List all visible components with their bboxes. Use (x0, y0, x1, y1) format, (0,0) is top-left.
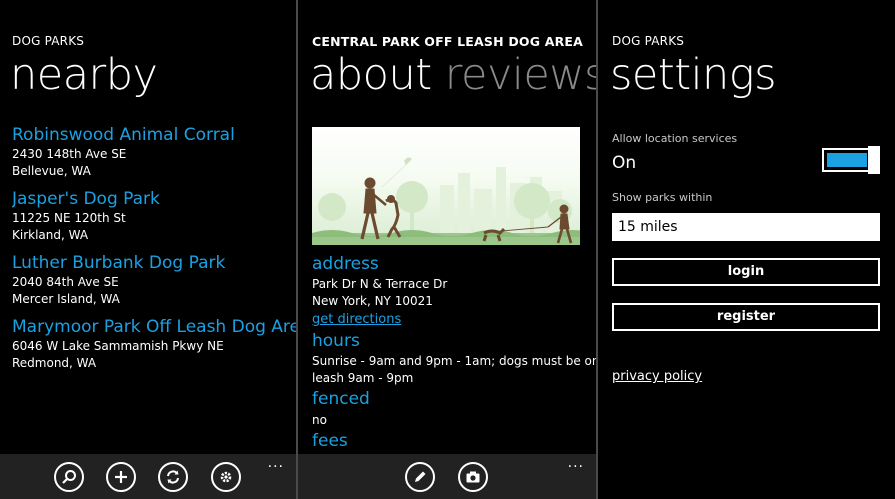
privacy-policy-link[interactable]: privacy policy (612, 369, 702, 384)
login-button[interactable]: login (612, 258, 880, 286)
park-list-item[interactable]: Marymoor Park Off Leash Dog Are 6046 W L… (12, 317, 296, 372)
page-title: settings (610, 50, 776, 100)
park-illustration (312, 127, 580, 245)
park-detail-panel: CENTRAL PARK OFF LEASH DOG AREA about re… (298, 0, 596, 499)
park-city: Redmond, WA (12, 356, 97, 370)
park-city: Kirkland, WA (12, 228, 89, 242)
more-menu[interactable]: ... (268, 456, 284, 470)
search-icon (62, 470, 76, 484)
park-name[interactable]: Jasper's Dog Park (12, 189, 296, 210)
hours-heading: hours (312, 331, 360, 351)
refresh-icon (167, 470, 179, 484)
park-name[interactable]: Luther Burbank Dog Park (12, 253, 296, 274)
get-directions-link[interactable]: get directions (312, 311, 401, 328)
refresh-button[interactable] (158, 462, 188, 492)
parks-within-input[interactable]: 15 miles (612, 213, 880, 241)
location-services-label: Allow location services (612, 132, 738, 145)
park-list-item[interactable]: Jasper's Dog Park 11225 NE 120th St Kirk… (12, 189, 296, 244)
address-heading: address (312, 254, 379, 274)
park-street: 11225 NE 120th St (12, 211, 126, 225)
parks-within-label: Show parks within (612, 191, 713, 204)
tab-about[interactable]: about (310, 50, 432, 100)
nearby-panel: DOG PARKS nearby Robinswood Animal Corra… (0, 0, 296, 499)
fenced-heading: fenced (312, 389, 370, 409)
settings-icon (220, 471, 232, 483)
park-street: 6046 W Lake Sammamish Pkwy NE (12, 339, 224, 353)
page-title: nearby (10, 50, 158, 100)
camera-icon (466, 471, 480, 483)
app-bar: ... (0, 454, 296, 499)
park-illustration-image (312, 157, 580, 245)
add-icon (115, 471, 127, 483)
settings-button[interactable] (211, 462, 241, 492)
fees-heading: fees (312, 431, 348, 451)
location-services-toggle[interactable] (822, 146, 880, 174)
park-list-item[interactable]: Robinswood Animal Corral 2430 148th Ave … (12, 125, 296, 180)
tab-reviews[interactable]: reviews (445, 50, 596, 100)
edit-icon (415, 471, 426, 482)
app-title: DOG PARKS (12, 34, 85, 48)
toggle-knob[interactable] (868, 146, 880, 174)
search-button[interactable] (54, 462, 84, 492)
park-name[interactable]: Robinswood Animal Corral (12, 125, 296, 146)
pivot-header: about reviews (310, 54, 596, 97)
hours-line-2: leash 9am - 9pm (312, 371, 414, 385)
park-title: CENTRAL PARK OFF LEASH DOG AREA (312, 34, 584, 49)
edit-button[interactable] (405, 462, 435, 492)
address-line-1: Park Dr N & Terrace Dr (312, 277, 448, 291)
park-name[interactable]: Marymoor Park Off Leash Dog Are (12, 317, 296, 338)
address-line-2: New York, NY 10021 (312, 294, 433, 308)
add-button[interactable] (106, 462, 136, 492)
park-street: 2430 148th Ave SE (12, 147, 127, 161)
app-bar: ... (298, 454, 596, 499)
hours-line-1: Sunrise - 9am and 9pm - 1am; dogs must b… (312, 354, 596, 368)
park-city: Mercer Island, WA (12, 292, 120, 306)
park-street: 2040 84th Ave SE (12, 275, 119, 289)
park-list-item[interactable]: Luther Burbank Dog Park 2040 84th Ave SE… (12, 253, 296, 308)
app-title: DOG PARKS (612, 34, 685, 48)
fenced-value: no (312, 413, 327, 427)
more-menu[interactable]: ... (568, 456, 584, 470)
settings-panel: DOG PARKS settings Allow location servic… (598, 0, 895, 499)
camera-button[interactable] (458, 462, 488, 492)
toggle-fill (827, 153, 867, 167)
park-city: Bellevue, WA (12, 164, 91, 178)
location-services-value: On (612, 153, 637, 173)
register-button[interactable]: register (612, 303, 880, 331)
